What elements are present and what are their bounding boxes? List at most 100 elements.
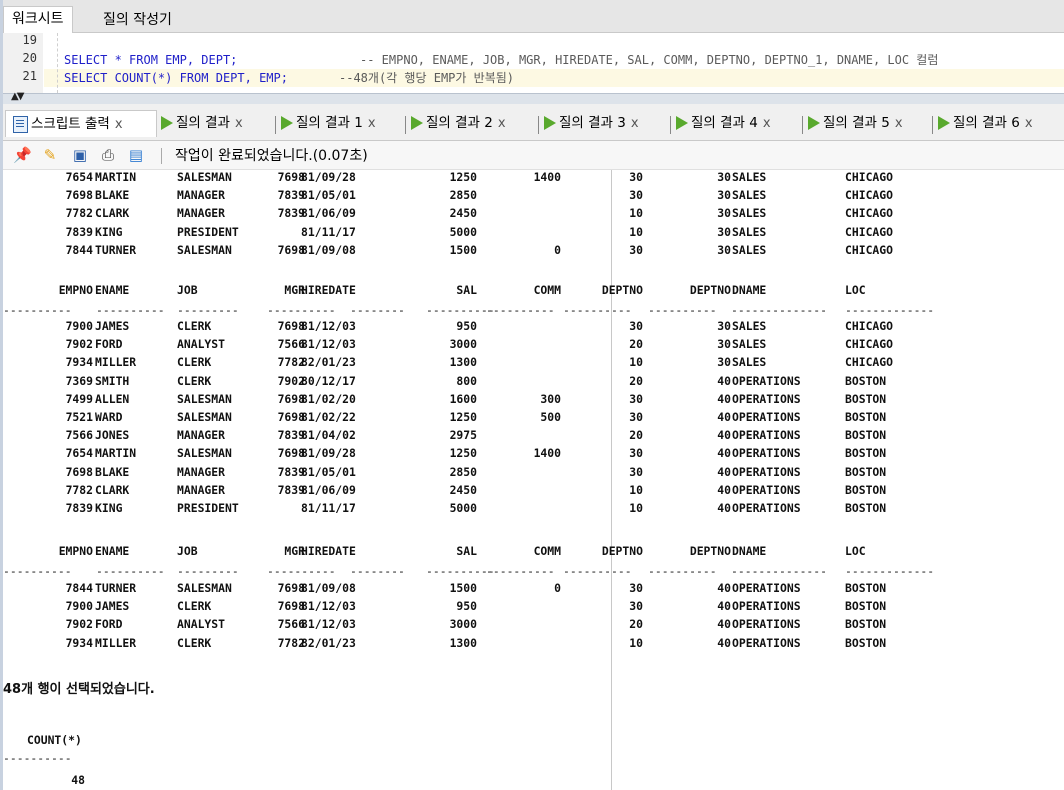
table-cell: 7698 <box>277 319 305 333</box>
column-header: DEPTNO <box>689 544 731 558</box>
script-output-pane[interactable]: 48개 행이 선택되었습니다. COUNT(*) ---------- 48 7… <box>3 170 1064 790</box>
close-icon[interactable]: x <box>895 116 903 131</box>
table-cell: CLERK <box>177 355 212 370</box>
tab-query-builder[interactable]: 질의 작성기 <box>95 8 180 32</box>
line-number: 21 <box>22 69 37 83</box>
table-cell: SALES <box>732 170 767 184</box>
table-cell: 7900 <box>65 319 93 333</box>
table-cell: 0 <box>554 581 561 595</box>
save-icon[interactable]: ▣ <box>71 146 89 164</box>
eraser-icon[interactable]: ✎ <box>41 146 59 164</box>
sql-statement-1[interactable]: SELECT * FROM EMP, DEPT; <box>64 51 237 69</box>
table-cell: PRESIDENT <box>177 224 239 239</box>
close-icon[interactable]: x <box>498 116 506 131</box>
table-cell: 30 <box>717 242 731 257</box>
table-cell: 3000 <box>449 337 477 352</box>
tab-query-result-2[interactable]: 질의 결과 2 x <box>409 110 506 136</box>
table-cell: 7698 <box>277 599 305 614</box>
table-cell <box>489 204 561 222</box>
table-cell: 30 <box>717 319 731 333</box>
table-cell: 40 <box>717 635 731 650</box>
table-cell: 40 <box>717 391 731 406</box>
table-cell: MANAGER <box>177 464 226 479</box>
column-header: HIREDATE <box>301 544 356 558</box>
table-cell: 40 <box>717 410 731 424</box>
close-icon[interactable]: x <box>631 116 639 131</box>
table-cell: 30 <box>717 355 731 370</box>
table-cell: 40 <box>717 464 731 479</box>
close-icon[interactable]: x <box>763 116 771 131</box>
sql-editor[interactable]: 19 20 21 SELECT * FROM EMP, DEPT; -- EMP… <box>3 33 1064 93</box>
table-cell: 950 <box>456 599 477 614</box>
table-cell: 7844 <box>65 242 93 257</box>
table-cell: CHICAGO <box>845 337 894 352</box>
sql-statement-2[interactable]: SELECT COUNT(*) FROM DEPT, EMP; <box>64 69 288 87</box>
tab-query-result[interactable]: 질의 결과 x <box>159 110 243 136</box>
tab-label: 질의 결과 6 <box>953 115 1020 131</box>
close-icon[interactable]: x <box>368 116 376 131</box>
table-cell: OPERATIONS <box>732 373 801 388</box>
table-cell: 10 <box>629 355 643 370</box>
tab-query-result-5[interactable]: 질의 결과 5 x <box>806 110 903 136</box>
column-header: DNAME <box>732 283 767 297</box>
header-divider: ---------- <box>267 303 336 317</box>
table-cell: 81/11/17 <box>301 224 356 239</box>
table-cell: CHICAGO <box>845 355 894 370</box>
close-icon[interactable]: x <box>115 117 123 132</box>
table-cell <box>489 634 561 652</box>
table-cell: OPERATIONS <box>732 581 801 595</box>
table-cell: 7839 <box>277 206 305 221</box>
pin-icon[interactable]: 📌 <box>13 146 32 164</box>
print-icon[interactable]: ⎙ <box>99 146 117 164</box>
header-divider: ------------- <box>845 303 935 317</box>
sql-comment-1: -- EMPNO, ENAME, JOB, MGR, HIREDATE, SAL… <box>360 53 939 67</box>
column-header: EMPNO <box>58 544 93 558</box>
table-cell: CLERK <box>177 319 212 333</box>
table-cell: 81/09/28 <box>301 170 356 184</box>
tab-query-result-6[interactable]: 질의 결과 6 x <box>936 110 1033 136</box>
table-cell: 30 <box>717 224 731 239</box>
table-cell: OPERATIONS <box>732 482 801 497</box>
table-cell: 40 <box>717 446 731 461</box>
table-cell: 30 <box>629 446 643 461</box>
column-header: DEPTNO <box>601 283 643 297</box>
table-cell: 1300 <box>449 355 477 370</box>
run-icon <box>281 116 293 130</box>
table-cell: 7839 <box>277 464 305 479</box>
table-cell: 1600 <box>449 391 477 406</box>
tab-label: 질의 결과 5 <box>823 115 890 131</box>
column-header: DEPTNO <box>601 544 643 558</box>
table-cell: SALESMAN <box>177 581 232 595</box>
tab-query-result-4[interactable]: 질의 결과 4 x <box>674 110 771 136</box>
tab-script-output[interactable]: 스크립트 출력 x <box>5 110 157 137</box>
table-cell: BOSTON <box>845 391 887 406</box>
table-cell: 30 <box>717 337 731 352</box>
table-cell: 81/09/28 <box>301 446 356 461</box>
table-cell: MILLER <box>95 635 137 650</box>
table-cell: 2850 <box>449 188 477 203</box>
table-cell: BOSTON <box>845 635 887 650</box>
table-cell: 81/06/09 <box>301 206 356 221</box>
table-cell: MANAGER <box>177 206 226 221</box>
run-icon <box>808 116 820 130</box>
tab-query-result-1[interactable]: 질의 결과 1 x <box>279 110 376 136</box>
table-cell: 0 <box>554 242 561 257</box>
table-cell: OPERATIONS <box>732 446 801 461</box>
table-cell <box>489 335 561 353</box>
table-cell: JAMES <box>95 599 130 614</box>
collapse-arrows-icon[interactable]: ▲▼ <box>11 91 24 102</box>
table-cell: 1500 <box>449 242 477 257</box>
table-cell: 2850 <box>449 464 477 479</box>
tab-worksheet[interactable]: 워크시트 <box>3 6 73 33</box>
close-icon[interactable]: x <box>235 116 243 131</box>
document-icon[interactable]: ▤ <box>127 146 145 164</box>
table-cell: 7566 <box>65 428 93 443</box>
table-cell: 81/05/01 <box>301 188 356 203</box>
header-divider: -------------- <box>731 303 828 317</box>
tab-query-result-3[interactable]: 질의 결과 3 x <box>542 110 639 136</box>
column-header: EMPNO <box>58 283 93 297</box>
table-cell: SALESMAN <box>177 242 232 257</box>
table-cell: 20 <box>629 373 643 388</box>
table-cell <box>489 615 561 633</box>
close-icon[interactable]: x <box>1025 116 1033 131</box>
